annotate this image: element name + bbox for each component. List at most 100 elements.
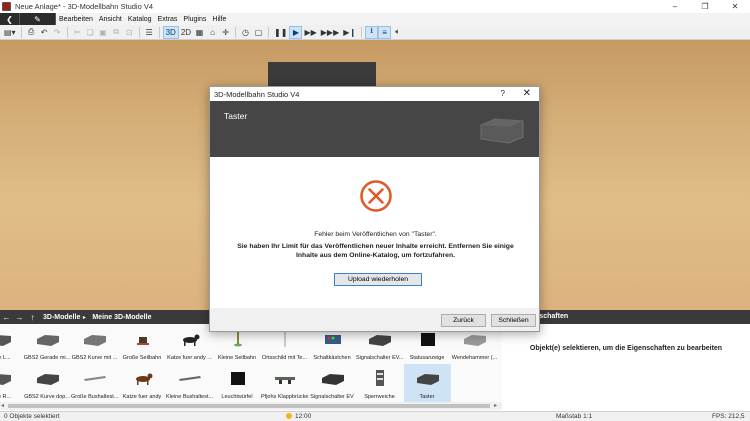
dialog-header: Taster	[210, 101, 539, 157]
group-icon[interactable]: ⧉	[110, 26, 123, 39]
play-icon[interactable]: ▶	[289, 25, 303, 39]
breadcrumb-arrow-icon: ▸	[82, 314, 86, 321]
catalog-item[interactable]: GBS2 Kurve dop...	[24, 364, 71, 402]
list-icon[interactable]: ☰	[143, 26, 156, 39]
catalog-item[interactable]: GBS2 Gerade mi...	[24, 325, 71, 363]
nav-back-icon[interactable]: ←	[0, 313, 13, 322]
catalog-item[interactable]: Sperrweiche	[356, 364, 403, 402]
dialog-close-icon[interactable]: ✕	[523, 88, 531, 99]
grid-icon[interactable]: ▦	[193, 26, 206, 39]
catalog-thumbnail-icon	[416, 374, 439, 385]
status-bar: 0 Objekte selektiert 12:00 Maßstab 1:1 F…	[0, 411, 750, 421]
dialog-titlebar: 3D-Modellbahn Studio V4 ? ✕	[210, 87, 539, 101]
error-icon	[360, 180, 392, 212]
nav-up-icon[interactable]: ↑	[26, 313, 39, 322]
view-2d-button[interactable]: 2D	[179, 26, 193, 39]
ungroup-icon[interactable]: ⊡	[123, 26, 136, 39]
catalog-thumbnail-icon	[376, 370, 384, 386]
back-button[interactable]: Zurück	[441, 314, 486, 327]
dialog-help-button[interactable]: ?	[501, 89, 505, 98]
catalog-item[interactable]: Signalschalter EV	[309, 364, 356, 402]
catalog-thumbnail-icon	[284, 331, 286, 347]
error-message-detail: Sie haben Ihr Limit für das Veröffentlic…	[230, 242, 521, 260]
menu-ansicht[interactable]: Ansicht	[96, 16, 125, 23]
fast-forward-icon[interactable]: ▶▶	[302, 26, 318, 39]
catalog-thumbnail-icon	[369, 335, 391, 346]
menu-katalog[interactable]: Katalog	[125, 16, 155, 23]
catalog-thumbnail-icon	[179, 376, 201, 381]
print-icon[interactable]: ⎙	[25, 26, 38, 39]
error-message-line: Inhalte aus dem Online-Katalog, um fortz…	[296, 252, 455, 259]
scroll-right-icon[interactable]: ▸	[494, 402, 497, 409]
view-3d-button[interactable]: 3D	[162, 25, 179, 39]
nav-forward-icon[interactable]: →	[13, 313, 26, 322]
menu-extras[interactable]: Extras	[155, 16, 181, 23]
skip-end-icon[interactable]: ▶❙	[341, 26, 358, 39]
undo-icon[interactable]: ↶	[38, 26, 51, 39]
catalog-item-label: Leuchtwürfel	[221, 394, 253, 400]
breadcrumb-root[interactable]: 3D-Modelle	[43, 314, 80, 321]
crosshair-icon[interactable]: ✛	[219, 26, 232, 39]
catalog-thumbnail-icon	[0, 335, 11, 346]
properties-title: fschaften	[537, 313, 569, 320]
pause-icon[interactable]: ❚❚	[272, 26, 289, 39]
catalog-item[interactable]: GBS2 Kurve mit ...	[71, 325, 118, 363]
catalog-item-label: Schaltkästchen	[313, 355, 351, 361]
menu-plugins[interactable]: Plugins	[180, 16, 209, 23]
toolbar-separator	[158, 26, 160, 38]
catalog-item[interactable]: eiche R...	[0, 364, 23, 402]
paste-icon[interactable]: ▣	[97, 26, 110, 39]
cut-icon[interactable]: ✂	[71, 26, 84, 39]
catalog-thumbnail-icon	[36, 374, 59, 385]
catalog-item-label: Große Bushaltest...	[71, 394, 118, 400]
save-icon[interactable]: ▤▾	[2, 26, 18, 39]
retry-upload-button[interactable]: Upload wiederholen	[334, 273, 422, 286]
catalog-item-label: Signalschalter EV	[310, 394, 354, 400]
download-icon[interactable]: ⭳	[365, 25, 379, 39]
catalog-item[interactable]: Große Bushaltest...	[71, 364, 118, 402]
catalog-item[interactable]: Katze fuer andy ...	[166, 325, 213, 363]
catalog-scrollbar[interactable]: ◂ ▸	[0, 402, 502, 410]
catalog-item-label: Sperrweiche	[364, 394, 395, 400]
catalog-item[interactable]: Kleine Bushaltest...	[166, 364, 213, 402]
toolbar-separator	[268, 26, 270, 38]
sim-time-value: 12:00	[295, 413, 312, 420]
catalog-item-label: Pfjohs Klappbrücke	[261, 394, 308, 400]
scrollbar-thumb[interactable]	[8, 404, 490, 408]
camera-icon[interactable]: ⌂	[206, 26, 219, 39]
sound-icon[interactable]: 🔈︎	[391, 26, 404, 39]
catalog-thumbnail-icon	[136, 337, 149, 345]
menu-bearbeiten[interactable]: Bearbeiten	[56, 16, 96, 23]
copy-icon[interactable]: ❏	[84, 26, 97, 39]
redo-icon[interactable]: ↷	[51, 26, 64, 39]
edit-mode-tab-icon[interactable]: ✎	[20, 13, 56, 25]
sun-icon	[286, 413, 292, 419]
menu-bar: ❮ ✎ Bearbeiten Ansicht Katalog Extras Pl…	[0, 13, 750, 25]
catalog-item[interactable]: Taster	[403, 364, 451, 402]
catalog-thumbnail-icon	[275, 377, 295, 384]
back-tab-icon[interactable]: ❮	[0, 13, 20, 25]
minimize-button[interactable]: –	[660, 0, 690, 13]
maximize-button[interactable]: ❐	[690, 0, 720, 13]
menu-hilfe[interactable]: Hilfe	[209, 16, 229, 23]
catalog-item[interactable]: Katze fuer andy	[119, 364, 166, 402]
catalog-item[interactable]: Pfjohs Klappbrücke	[261, 364, 308, 402]
properties-panel: Objekt(e) selektieren, um die Eigenschaf…	[502, 324, 750, 402]
layers-icon[interactable]: ≡	[378, 25, 392, 39]
catalog-item[interactable]: Leuchtwürfel	[214, 364, 261, 402]
catalog-item[interactable]: eiche L...	[0, 325, 23, 363]
breadcrumb-current[interactable]: Meine 3D-Modelle	[92, 314, 151, 321]
toolbar-separator	[20, 26, 22, 38]
catalog-item-label: GBS2 Kurve dop...	[24, 394, 70, 400]
catalog-thumbnail-icon	[420, 333, 435, 346]
catalog-item-label: GBS2 Kurve mit ...	[71, 355, 118, 361]
screen-icon[interactable]: ▢	[252, 26, 265, 39]
clock-icon[interactable]: ◷	[239, 26, 252, 39]
close-dialog-button[interactable]: Schließen	[491, 314, 536, 327]
scroll-left-icon[interactable]: ◂	[1, 402, 4, 409]
catalog-item[interactable]: Große Seilbahn	[119, 325, 166, 363]
dialog-footer: Zurück Schließen	[210, 308, 539, 331]
catalog-item-label: Taster	[419, 394, 435, 400]
faster-forward-icon[interactable]: ▶▶▶	[319, 26, 341, 39]
close-window-button[interactable]: ✕	[720, 0, 750, 13]
